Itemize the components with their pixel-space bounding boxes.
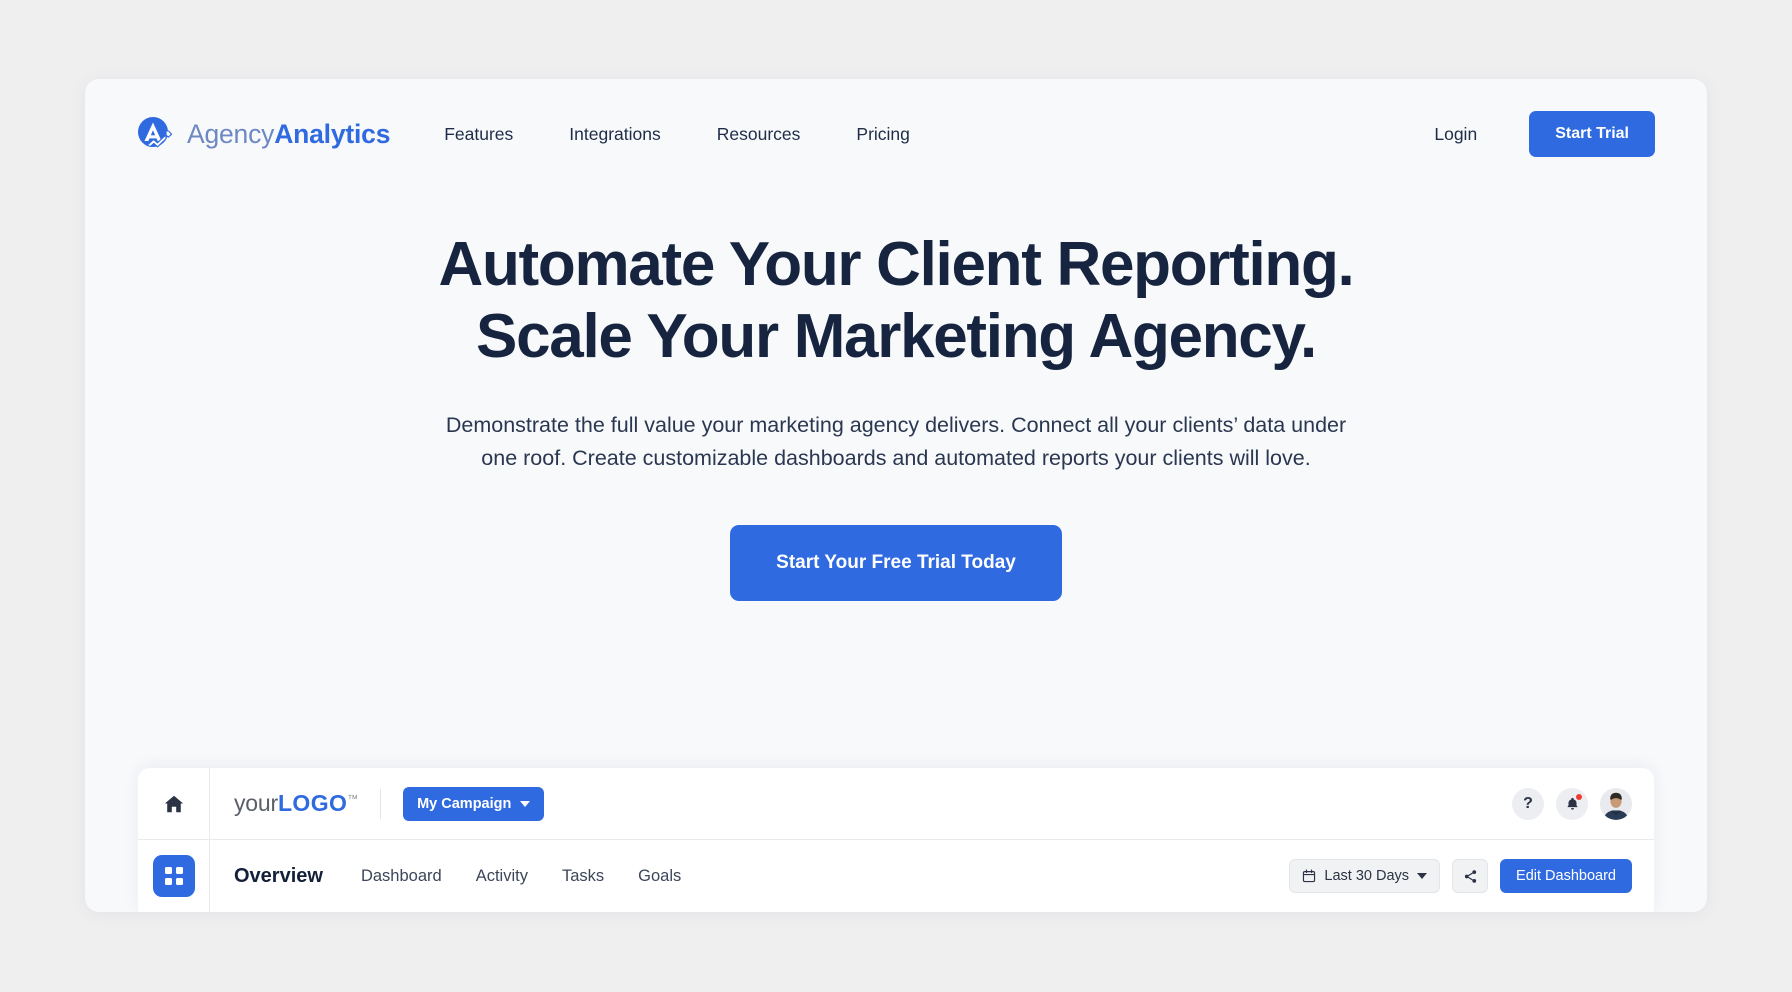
dashboard-tab-bar-body: Overview Dashboard Activity Tasks Goals <box>210 840 1654 912</box>
date-range-label: Last 30 Days <box>1324 868 1410 884</box>
share-icon <box>1463 869 1478 884</box>
dashboard-preview: yourLOGO™ My Campaign ? Overview Dashboa… <box>138 768 1654 912</box>
date-range-selector[interactable]: Last 30 Days <box>1289 859 1441 893</box>
brand-name-bold: Analytics <box>274 118 391 149</box>
user-avatar[interactable] <box>1600 787 1632 820</box>
chevron-down-icon <box>1417 873 1428 879</box>
hero-title: Automate Your Client Reporting. Scale Yo… <box>145 229 1647 373</box>
dashboard-tab-goals[interactable]: Goals <box>638 867 681 886</box>
notification-badge-dot <box>1575 792 1583 801</box>
dashboard-tab-tasks[interactable]: Tasks <box>562 867 604 886</box>
nav-item-resources[interactable]: Resources <box>717 114 801 155</box>
campaign-selector-button[interactable]: My Campaign <box>403 786 545 821</box>
calendar-icon <box>1302 869 1316 883</box>
share-button[interactable] <box>1452 859 1489 893</box>
hero-title-line-2: Scale Your Marketing Agency. <box>476 301 1317 371</box>
hero-title-line-1: Automate Your Client Reporting. <box>438 230 1355 299</box>
dashboard-apps-rail <box>138 840 210 912</box>
dashboard-top-bar: yourLOGO™ My Campaign ? <box>138 768 1654 840</box>
dashboard-tab-bar: Overview Dashboard Activity Tasks Goals <box>138 840 1654 912</box>
dashboard-tab-activity[interactable]: Activity <box>476 867 528 886</box>
edit-dashboard-button[interactable]: Edit Dashboard <box>1500 859 1632 893</box>
divider <box>380 788 382 819</box>
apps-grid-button[interactable] <box>152 855 195 897</box>
home-icon[interactable] <box>163 793 185 815</box>
client-logo-bold: LOGO <box>277 790 348 816</box>
main-navigation: Features Integrations Resources Pricing <box>444 114 910 155</box>
site-header: AgencyAnalytics Features Integrations Re… <box>85 79 1707 189</box>
header-actions: Login Start Trial <box>1434 111 1655 157</box>
campaign-selector-label: My Campaign <box>417 795 512 812</box>
hero-subtitle: Demonstrate the full value your marketin… <box>376 409 1416 476</box>
hero-subtitle-line-1: Demonstrate the full value your marketin… <box>445 412 1347 437</box>
client-logo: yourLOGO™ <box>234 792 358 815</box>
nav-item-features[interactable]: Features <box>444 114 513 155</box>
dashboard-top-bar-body: yourLOGO™ My Campaign ? <box>210 768 1654 839</box>
nav-item-integrations[interactable]: Integrations <box>569 114 660 155</box>
hero-section: Automate Your Client Reporting. Scale Yo… <box>85 229 1707 602</box>
client-logo-trademark: ™ <box>347 793 359 806</box>
grid-apps-icon <box>164 867 183 885</box>
nav-item-pricing[interactable]: Pricing <box>856 114 910 155</box>
hero-subtitle-line-2: one roof. Create customizable dashboards… <box>481 446 1311 471</box>
hero-cta-wrapper: Start Your Free Trial Today <box>145 525 1647 602</box>
start-free-trial-button[interactable]: Start Your Free Trial Today <box>730 525 1062 602</box>
brand-name-light: Agency <box>187 118 275 149</box>
page-card: AgencyAnalytics Features Integrations Re… <box>85 79 1707 912</box>
start-trial-button[interactable]: Start Trial <box>1529 111 1655 157</box>
dashboard-tab-dashboard[interactable]: Dashboard <box>361 867 442 886</box>
dashboard-home-rail <box>138 768 210 839</box>
chevron-down-icon <box>520 800 531 807</box>
brand-wordmark: AgencyAnalytics <box>187 121 390 148</box>
notifications-button[interactable] <box>1556 787 1588 820</box>
dashboard-tab-overview[interactable]: Overview <box>234 865 323 888</box>
help-button[interactable]: ? <box>1512 787 1544 820</box>
login-link[interactable]: Login <box>1434 124 1477 145</box>
question-mark-icon: ? <box>1523 794 1533 812</box>
agency-analytics-logo-icon <box>135 114 175 154</box>
client-logo-prefix: your <box>234 790 278 816</box>
brand-logo[interactable]: AgencyAnalytics <box>135 114 390 154</box>
